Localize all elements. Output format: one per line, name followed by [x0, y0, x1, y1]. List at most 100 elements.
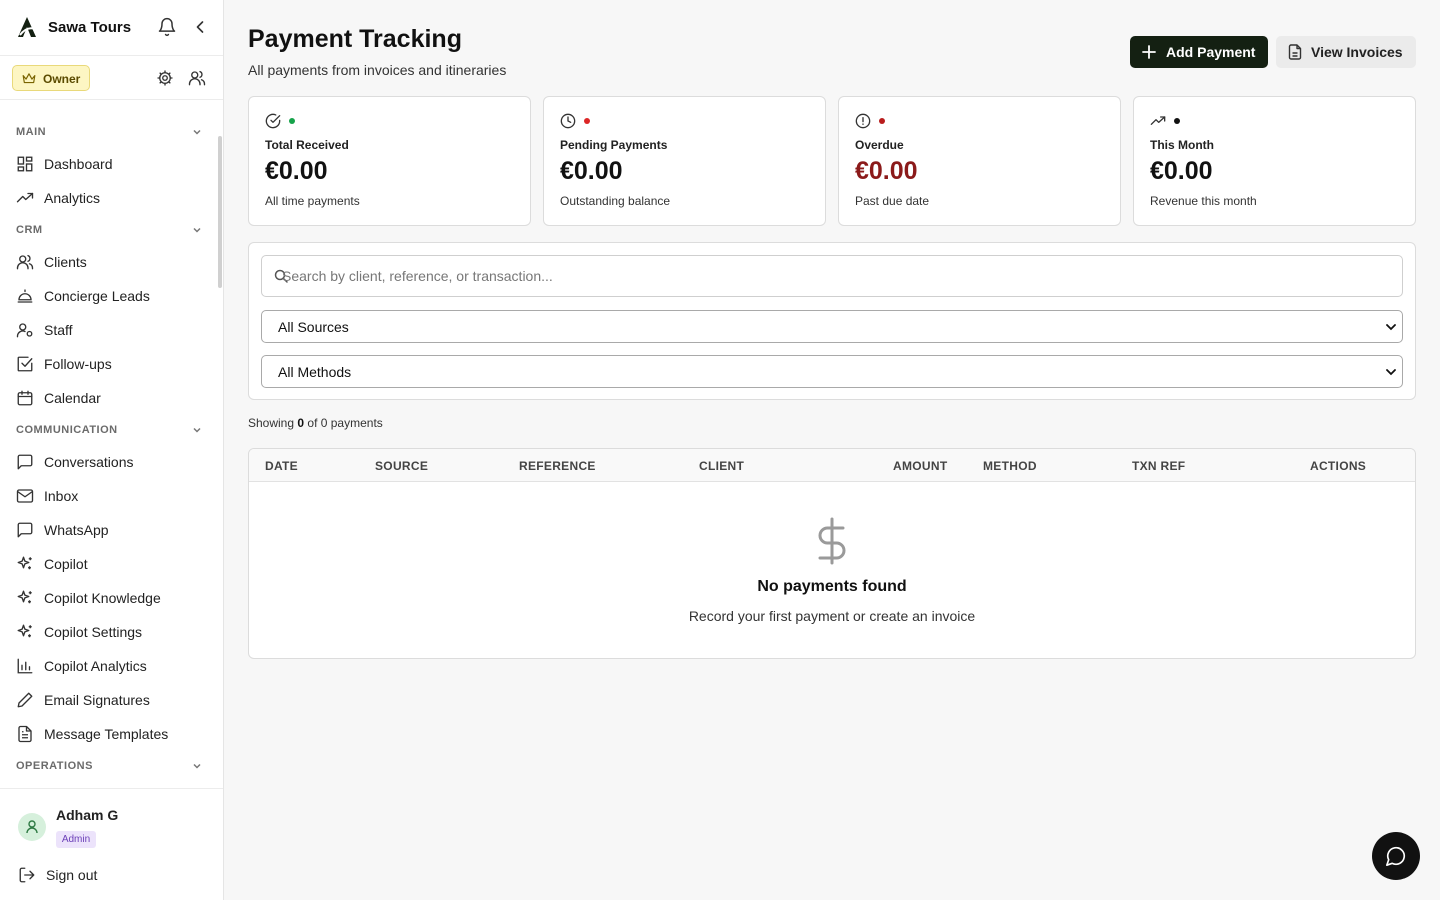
page-title: Payment Tracking	[248, 25, 462, 53]
chevron-down-icon[interactable]	[191, 760, 203, 772]
view-invoices-button[interactable]: View Invoices	[1276, 36, 1416, 68]
check-square-icon	[17, 356, 33, 372]
column-header-amount[interactable]: AMOUNT	[893, 459, 947, 473]
sign-out-button[interactable]: Sign out	[0, 861, 223, 891]
results-count: Showing 0 of 0 payments	[248, 416, 383, 430]
sidebar-nav[interactable]: MAIN Dashboard Analytics CRM Clients Con…	[0, 100, 223, 788]
sidebar-item-dashboard[interactable]: Dashboard	[0, 149, 216, 179]
avatar[interactable]	[18, 813, 46, 841]
sidebar-header: Sawa Tours	[0, 0, 223, 56]
stat-card-this-month: This Month €0.00 Revenue this month	[1133, 96, 1416, 226]
user-icon	[26, 820, 38, 834]
calendar-icon	[17, 390, 33, 406]
sidebar-item-label: Message Templates	[44, 726, 169, 742]
dollar-sign-icon	[818, 517, 846, 565]
bell-icon[interactable]	[157, 17, 177, 37]
chevron-down-icon[interactable]	[191, 126, 203, 138]
stat-description: Revenue this month	[1150, 194, 1257, 208]
stat-value: €0.00	[855, 157, 918, 185]
chevron-down-icon	[1386, 369, 1396, 376]
column-header-actions: ACTIONS	[1310, 459, 1367, 473]
sidebar-item-label: Calendar	[44, 390, 101, 406]
method-select[interactable]: All Methods	[261, 355, 1403, 388]
message-square-icon	[17, 522, 33, 538]
gear-icon[interactable]	[156, 69, 174, 87]
sidebar-item-calendar[interactable]: Calendar	[0, 383, 216, 413]
brand-name: Sawa Tours	[48, 19, 132, 36]
status-dot	[1174, 118, 1180, 124]
trending-up-icon	[1150, 116, 1166, 125]
sidebar-item-label: Inbox	[44, 488, 79, 504]
admin-badge: Admin	[56, 831, 96, 848]
stat-label: Total Received	[265, 138, 349, 152]
sidebar-item-conversations[interactable]: Conversations	[0, 447, 216, 477]
sidebar-item-analytics[interactable]: Analytics	[0, 183, 216, 213]
column-header-source[interactable]: SOURCE	[375, 459, 428, 473]
stat-description: Outstanding balance	[560, 194, 671, 208]
sidebar-scrollbar[interactable]	[218, 136, 222, 288]
sparkles-icon	[17, 556, 32, 570]
sidebar-item-follow-ups[interactable]: Follow-ups	[0, 349, 216, 379]
alert-circle-icon	[855, 113, 871, 129]
section-main-label: MAIN	[16, 126, 47, 138]
user-name: Adham G	[56, 807, 119, 823]
sidebar-item-clients[interactable]: Clients	[0, 247, 216, 277]
dashboard-icon	[17, 156, 33, 172]
sidebar-item-copilot[interactable]: Copilot	[0, 549, 216, 579]
sidebar-item-email-signatures[interactable]: Email Signatures	[0, 685, 216, 715]
sidebar-item-label: Staff	[44, 322, 73, 338]
log-out-icon	[19, 867, 35, 883]
status-dot	[289, 118, 295, 124]
chevron-down-icon	[1386, 324, 1396, 331]
stat-label: Overdue	[855, 138, 904, 152]
sidebar-item-copilot-analytics[interactable]: Copilot Analytics	[0, 651, 216, 681]
sidebar-item-staff[interactable]: Staff	[0, 315, 216, 345]
check-circle-icon	[265, 113, 281, 129]
stat-value: €0.00	[265, 157, 328, 185]
chevron-down-icon[interactable]	[191, 224, 203, 236]
sidebar-item-label: Concierge Leads	[44, 288, 150, 304]
chevron-down-icon[interactable]	[191, 424, 203, 436]
stat-value: €0.00	[1150, 157, 1213, 185]
sidebar-item-message-templates[interactable]: Message Templates	[0, 719, 216, 749]
sidebar-item-label: Analytics	[44, 190, 101, 206]
status-dot	[879, 118, 885, 124]
sidebar-item-inbox[interactable]: Inbox	[0, 481, 216, 511]
pen-icon	[17, 692, 33, 708]
brand-logo-icon[interactable]	[16, 16, 38, 38]
chevron-left-icon[interactable]	[190, 17, 210, 37]
team-icon[interactable]	[188, 69, 206, 87]
user-panel: Adham G Admin Sign out	[0, 788, 223, 900]
mail-icon	[16, 489, 34, 503]
column-header-txn-ref[interactable]: TXN REF	[1132, 459, 1185, 473]
empty-state-title: No payments found	[757, 578, 907, 595]
message-square-icon	[17, 454, 33, 470]
page-subtitle: All payments from invoices and itinerari…	[248, 62, 507, 78]
add-payment-button[interactable]: Add Payment	[1130, 36, 1268, 68]
stat-card-total-received: Total Received €0.00 All time payments	[248, 96, 531, 226]
chat-button[interactable]	[1372, 832, 1420, 880]
trending-up-icon	[16, 192, 34, 203]
search-box[interactable]	[261, 255, 1403, 297]
sidebar-item-whatsapp[interactable]: WhatsApp	[0, 515, 216, 545]
sidebar-item-copilot-knowledge[interactable]: Copilot Knowledge	[0, 583, 216, 613]
sidebar-item-label: Copilot Analytics	[44, 658, 147, 674]
column-header-method[interactable]: METHOD	[983, 459, 1037, 473]
sidebar-item-label: Copilot	[44, 556, 88, 572]
column-header-reference[interactable]: REFERENCE	[519, 459, 596, 473]
sidebar-item-label: Conversations	[44, 454, 134, 470]
clock-icon	[560, 113, 576, 129]
plus-icon	[1142, 45, 1156, 59]
source-select[interactable]: All Sources	[261, 310, 1403, 343]
column-header-date[interactable]: DATE	[265, 459, 298, 473]
sidebar-item-label: Dashboard	[44, 156, 113, 172]
sidebar-item-label: Clients	[44, 254, 87, 270]
add-payment-label: Add Payment	[1166, 44, 1256, 60]
sidebar-item-concierge-leads[interactable]: Concierge Leads	[0, 281, 216, 311]
sidebar-item-copilot-settings[interactable]: Copilot Settings	[0, 617, 216, 647]
concierge-bell-icon	[17, 289, 33, 303]
search-input[interactable]	[282, 265, 1382, 287]
column-header-client[interactable]: CLIENT	[699, 459, 744, 473]
owner-badge: Owner	[12, 65, 90, 91]
owner-label: Owner	[43, 72, 81, 86]
